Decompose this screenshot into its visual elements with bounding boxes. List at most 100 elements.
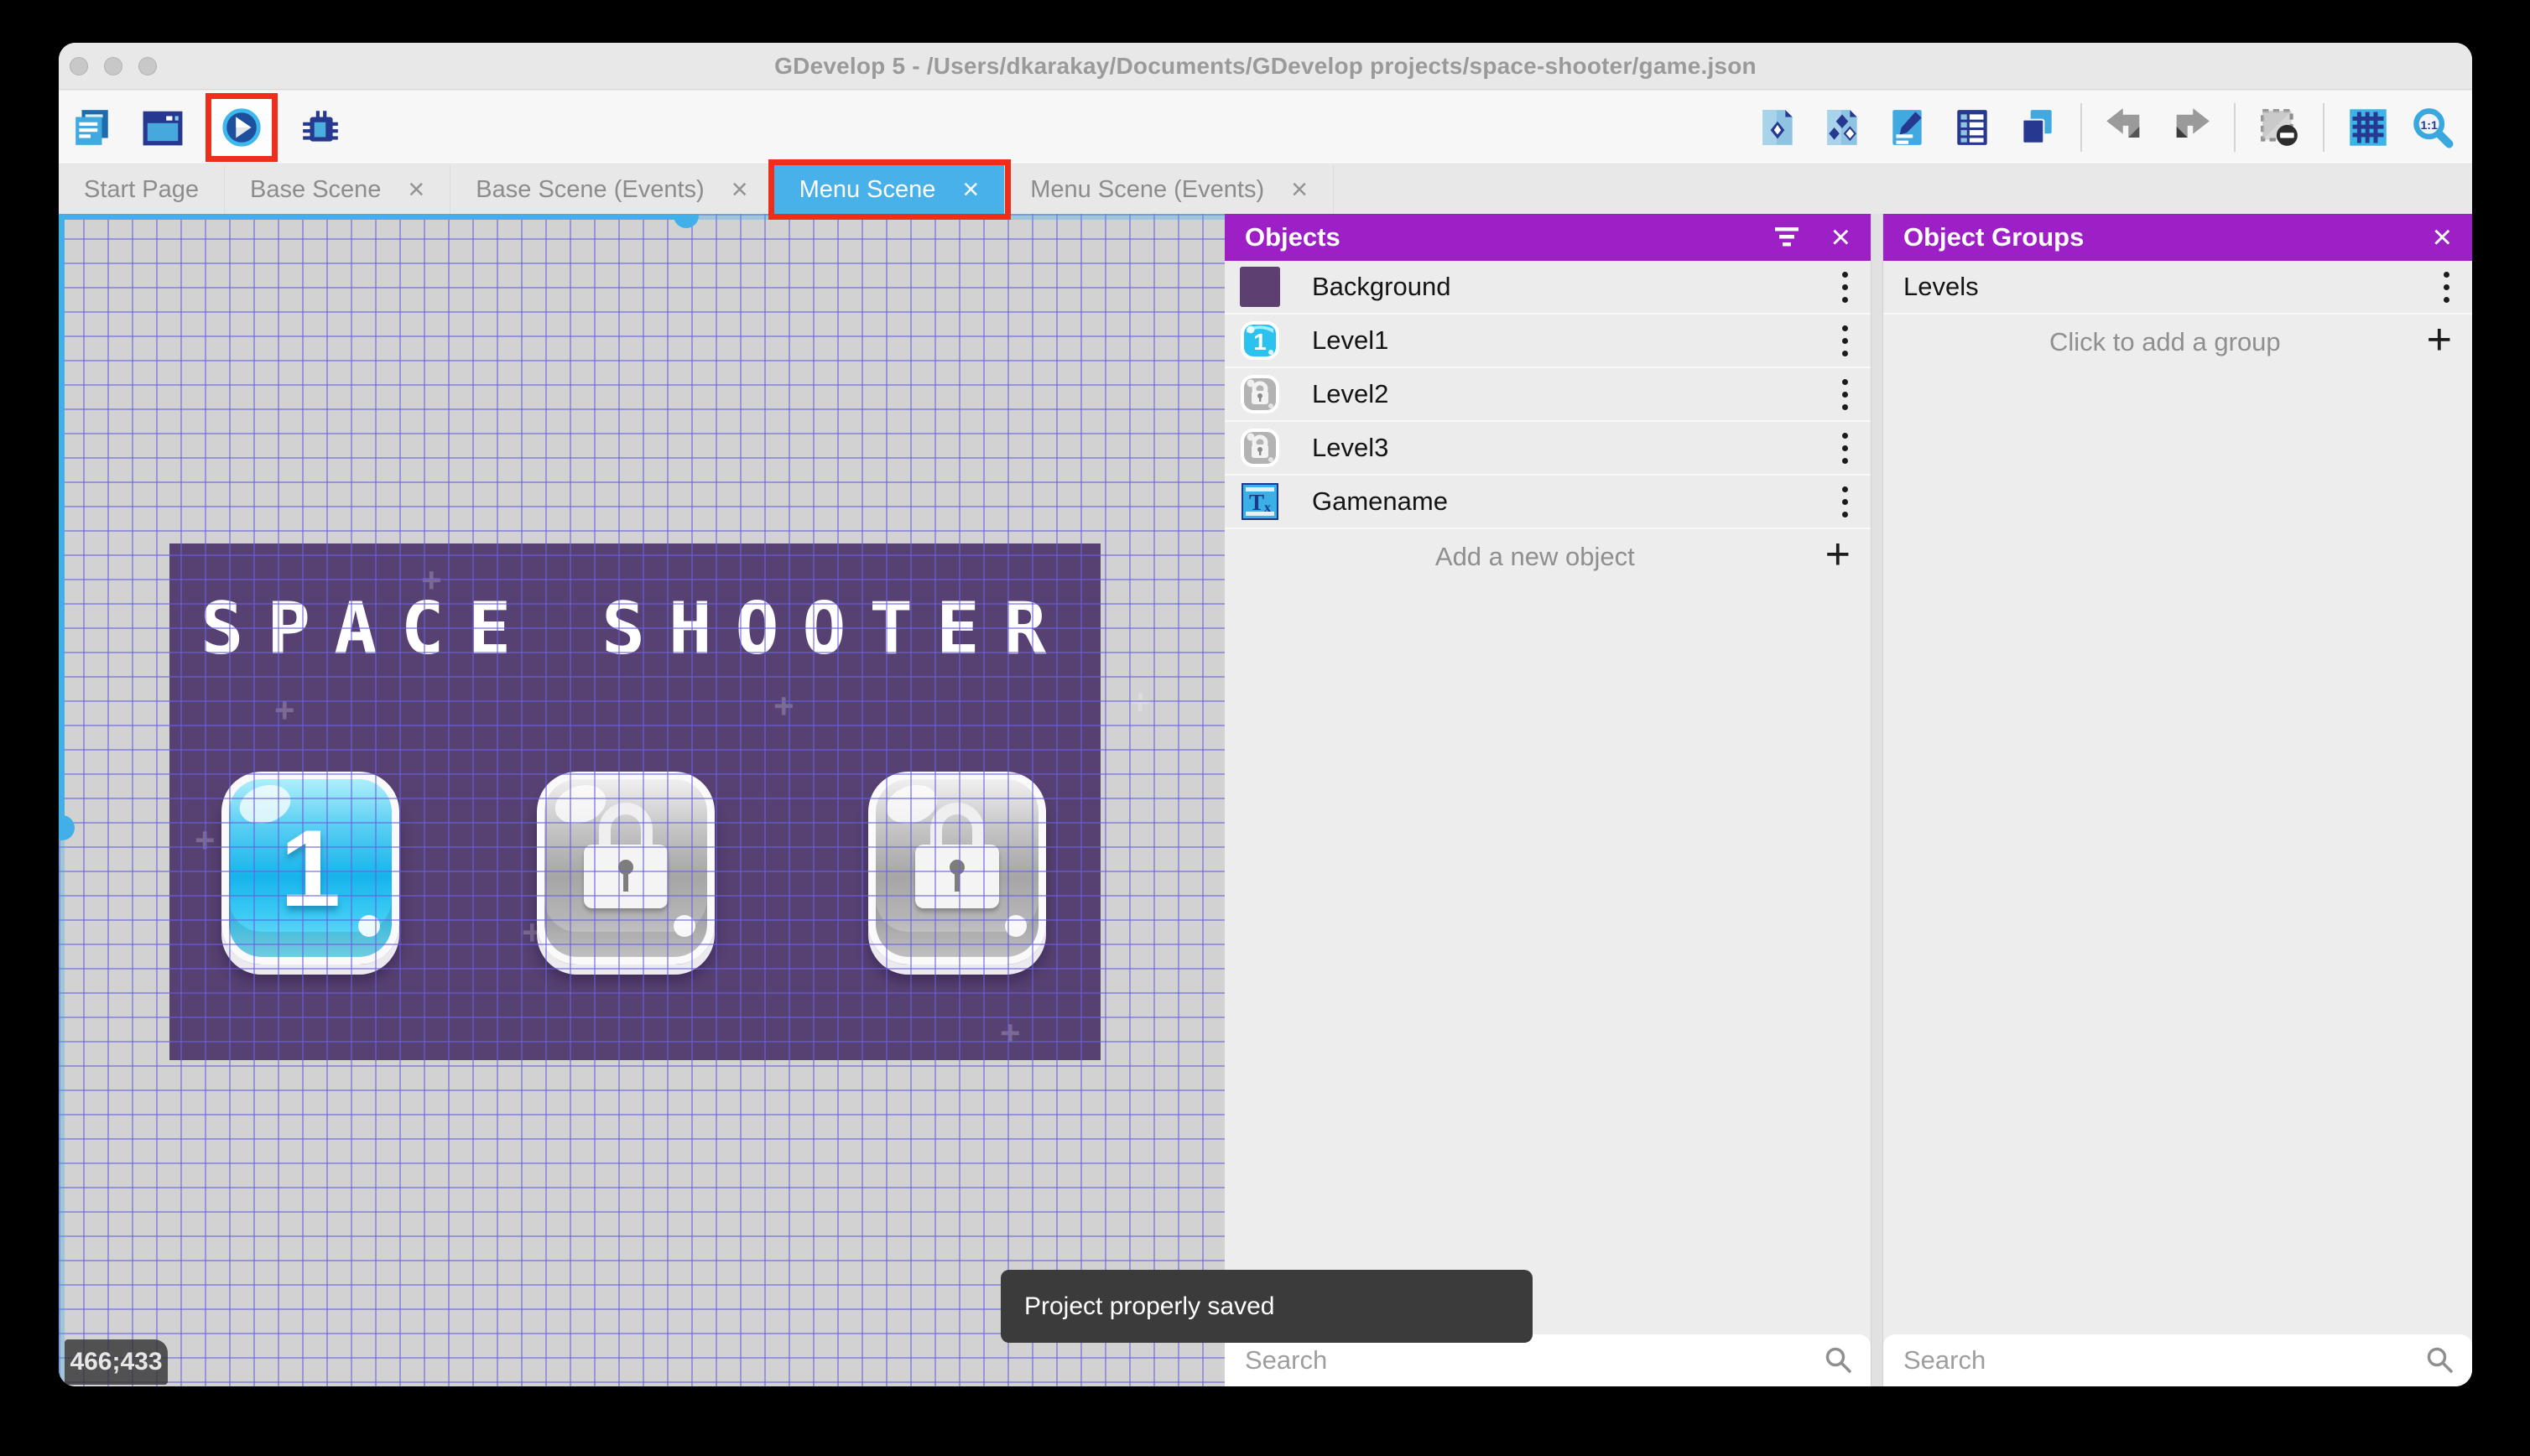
objects-panel-icon[interactable] — [1757, 107, 1799, 148]
level1-button-thumbnail: 1 — [1240, 320, 1280, 361]
scene-editor-canvas[interactable]: + + + + + + + + SPACE SHOOTER 1 — [59, 214, 1225, 1386]
groups-search-input[interactable] — [1903, 1345, 2425, 1375]
group-row-levels[interactable]: Levels — [1883, 261, 2472, 315]
content: + + + + + + + + SPACE SHOOTER 1 — [59, 214, 2472, 1386]
layers-icon[interactable] — [2016, 107, 2058, 148]
object-row-gamename[interactable]: T x Gamename — [1225, 476, 1871, 529]
tab-label: Menu Scene — [799, 176, 936, 204]
vertical-scrollbar[interactable] — [59, 220, 65, 828]
tab-menu-scene-events[interactable]: Menu Scene (Events) × — [1005, 165, 1334, 214]
add-new-object-row[interactable]: Add a new object + — [1225, 529, 1871, 585]
object-groups-panel-header: Object Groups × — [1883, 214, 2472, 261]
tab-label: Base Scene — [250, 176, 381, 204]
tab-menu-scene[interactable]: Menu Scene × — [774, 165, 1006, 214]
lock-icon — [915, 803, 999, 908]
object-row-level2[interactable]: Level2 — [1225, 368, 1871, 422]
sparkle-decoration: + — [773, 686, 794, 726]
project-manager-icon[interactable] — [71, 107, 113, 148]
minimize-window-icon[interactable] — [104, 57, 122, 75]
horizontal-scrollbar[interactable] — [59, 214, 686, 220]
text-object-thumbnail: T x — [1240, 481, 1280, 522]
add-group-row[interactable]: Click to add a group + — [1883, 315, 2472, 370]
tab-start-page[interactable]: Start Page — [59, 165, 225, 214]
grid-icon[interactable] — [2347, 107, 2389, 148]
maximize-window-icon[interactable] — [138, 57, 157, 75]
object-name: Gamename — [1312, 486, 1840, 517]
redo-icon[interactable] — [2169, 107, 2211, 148]
save-toast: Project properly saved — [1001, 1270, 1533, 1343]
debug-icon[interactable] — [299, 107, 341, 148]
group-name: Levels — [1903, 272, 2442, 302]
toolbar-left — [71, 91, 341, 164]
level2-button-locked[interactable] — [537, 772, 715, 965]
close-panel-icon[interactable]: × — [1831, 221, 1851, 254]
svg-text:T: T — [1249, 490, 1264, 515]
object-row-background[interactable]: Background — [1225, 261, 1871, 315]
background-thumbnail — [1240, 267, 1280, 307]
object-row-level1[interactable]: 1 Level1 — [1225, 315, 1871, 368]
close-tab-icon[interactable]: × — [1291, 175, 1308, 204]
groups-search-bar — [1883, 1334, 2472, 1386]
scene-background[interactable]: + + + + + + + + SPACE SHOOTER 1 — [169, 543, 1101, 1060]
add-icon[interactable]: + — [2427, 318, 2452, 361]
group-menu-icon[interactable] — [2442, 272, 2450, 303]
object-groups-panel-title: Object Groups — [1903, 222, 2402, 252]
toolbar-separator — [2323, 103, 2324, 152]
object-name: Level3 — [1312, 433, 1840, 463]
zoom-1-1-icon[interactable]: 1:1 — [2412, 107, 2454, 148]
object-menu-icon[interactable] — [1840, 486, 1849, 517]
close-tab-icon[interactable]: × — [962, 175, 979, 204]
vertical-scrollbar-thumb[interactable] — [59, 815, 75, 840]
tab-base-scene-events[interactable]: Base Scene (Events) × — [450, 165, 773, 214]
horizontal-scrollbar-thumb[interactable] — [674, 214, 699, 228]
toolbar-separator — [2080, 103, 2082, 152]
add-icon[interactable]: + — [1825, 533, 1851, 576]
object-menu-icon[interactable] — [1840, 433, 1849, 464]
panel-divider[interactable] — [1871, 214, 1883, 1386]
filter-icon[interactable] — [1773, 226, 1801, 249]
objects-search-input[interactable] — [1245, 1345, 1824, 1375]
svg-text:x: x — [1264, 501, 1271, 515]
close-tab-icon[interactable]: × — [408, 175, 424, 204]
tab-base-scene[interactable]: Base Scene × — [225, 165, 450, 214]
undo-icon[interactable] — [2105, 107, 2147, 148]
objects-panel-header: Objects × — [1225, 214, 1871, 261]
object-menu-icon[interactable] — [1840, 272, 1849, 303]
tab-label: Menu Scene (Events) — [1030, 176, 1264, 204]
search-icon — [1824, 1345, 1854, 1375]
window-title: GDevelop 5 - /Users/dkarakay/Documents/G… — [774, 53, 1757, 80]
cursor-coordinates-badge: 466;433 — [65, 1339, 168, 1385]
add-new-object-label: Add a new object — [1245, 542, 1825, 572]
preview-highlight-box — [206, 93, 278, 162]
close-window-icon[interactable] — [70, 57, 88, 75]
object-row-level3[interactable]: Level3 — [1225, 422, 1871, 476]
close-panel-icon[interactable]: × — [2433, 221, 2452, 254]
object-menu-icon[interactable] — [1840, 325, 1849, 356]
preview-play-icon[interactable] — [221, 107, 263, 148]
object-groups-panel-icon[interactable] — [1822, 107, 1864, 148]
object-groups-panel: Object Groups × Levels Click to add a gr… — [1883, 214, 2472, 1386]
vertical-scrollbar[interactable] — [59, 828, 65, 1386]
sparkle-decoration: + — [1000, 1013, 1021, 1053]
groups-panel-empty-area — [1883, 370, 2472, 1334]
properties-icon[interactable] — [1887, 107, 1929, 148]
game-title-text[interactable]: SPACE SHOOTER — [169, 587, 1101, 671]
close-tab-icon[interactable]: × — [731, 175, 748, 204]
toolbar: 1:1 — [59, 91, 2472, 164]
lock-icon — [584, 803, 668, 908]
sparkle-decoration: + — [1130, 682, 1151, 722]
sparkle-decoration: + — [274, 690, 295, 731]
window-mask-icon[interactable] — [2258, 107, 2300, 148]
tab-label: Base Scene (Events) — [476, 176, 704, 204]
tab-label: Start Page — [84, 176, 199, 204]
instances-list-icon[interactable] — [1951, 107, 1993, 148]
object-name: Level1 — [1312, 325, 1840, 356]
horizontal-scrollbar[interactable] — [686, 214, 1225, 220]
level1-button[interactable]: 1 — [221, 772, 399, 965]
tab-bar: Start Page Base Scene × Base Scene (Even… — [59, 165, 2472, 214]
objects-panel-title: Objects — [1245, 222, 1742, 252]
level3-button-locked[interactable] — [868, 772, 1046, 965]
svg-text:1: 1 — [1253, 329, 1267, 355]
scene-window-icon[interactable] — [142, 107, 184, 148]
object-menu-icon[interactable] — [1840, 379, 1849, 410]
